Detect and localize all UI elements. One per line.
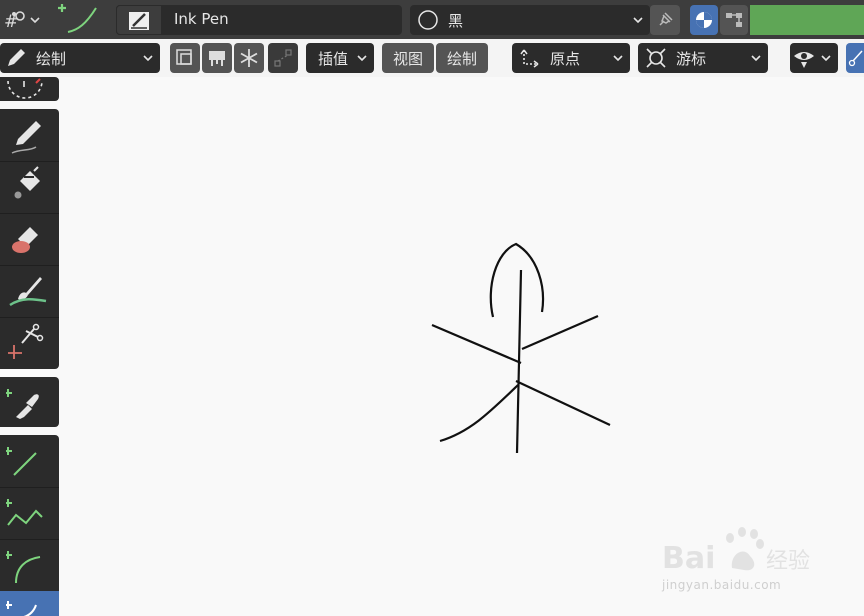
stroke-arc — [489, 242, 545, 318]
curve-icon — [6, 601, 37, 616]
pencil-icon — [8, 49, 25, 66]
mode-label: 绘制 — [36, 50, 67, 68]
arc-tool[interactable] — [0, 539, 59, 591]
cursor-target-icon — [646, 48, 666, 68]
ink-pen-icon — [129, 12, 149, 30]
chevron-down-icon — [751, 55, 761, 62]
stroke-lower-right — [515, 380, 611, 426]
eyedropper-icon — [6, 389, 39, 419]
overlay-curve-icon — [848, 50, 863, 67]
draw-curve-icon — [58, 4, 97, 33]
polyline-icon — [6, 499, 43, 526]
svg-text:Bai: Bai — [662, 541, 715, 576]
pencil-icon — [11, 121, 41, 154]
view-label: 视图 — [392, 49, 423, 68]
color-swatch[interactable] — [750, 5, 864, 35]
erase-tool[interactable] — [0, 213, 59, 265]
multiframe-icon — [176, 49, 192, 65]
draw-menu-button[interactable]: 绘制 — [436, 43, 488, 73]
curve-tool[interactable] — [0, 591, 59, 616]
visibility-dropdown[interactable] — [790, 43, 838, 73]
chevron-down-icon — [821, 55, 831, 62]
material-sphere-icon — [418, 10, 438, 30]
tool-shelf — [0, 77, 60, 616]
tool-settings-bar: 绘制 插值 视图 绘制 原点 游标 — [0, 39, 864, 77]
eraser-icon — [12, 227, 38, 253]
view-menu-button[interactable]: 视图 — [382, 43, 434, 73]
cutter-tool[interactable] — [0, 317, 59, 369]
curve-points-icon — [274, 49, 292, 67]
interpolate-label: 插值 — [318, 50, 349, 68]
brush-selector[interactable]: Ink Pen — [116, 5, 402, 35]
stroke-upper-left — [431, 323, 522, 365]
watermark-site: jingyan.baidu.com — [662, 578, 782, 592]
draw-tool[interactable] — [0, 109, 59, 161]
scissors-icon — [8, 323, 44, 359]
select-tool-group — [0, 77, 59, 101]
onion-skin-icon — [209, 51, 225, 66]
draw-tools-group — [0, 109, 59, 369]
node-tree-button[interactable] — [720, 5, 748, 35]
chevron-down-icon — [613, 55, 623, 62]
tint-tool[interactable] — [0, 265, 59, 317]
select-circle-icon[interactable] — [0, 77, 59, 101]
material-name: 黑 — [448, 12, 464, 30]
shading-icon — [696, 12, 712, 28]
brush-name: Ink Pen — [174, 10, 229, 28]
snap-button[interactable] — [234, 43, 264, 73]
axis-origin-icon — [520, 49, 539, 68]
material-selector[interactable]: 黑 — [410, 5, 650, 35]
polyline-tool[interactable] — [0, 487, 59, 539]
bucket-icon — [14, 166, 40, 199]
curve-edit-button[interactable] — [268, 43, 298, 73]
line-tool[interactable] — [0, 435, 59, 487]
pin-icon — [659, 12, 673, 26]
overlay-toggle-button[interactable] — [846, 43, 864, 73]
origin-dropdown[interactable]: 原点 — [512, 43, 630, 73]
stroke-lower-left — [439, 384, 519, 443]
eyedropper-tool-group — [0, 377, 59, 427]
snowflake-icon — [240, 49, 258, 67]
viewport-shading-button[interactable] — [690, 5, 718, 35]
onion-skin-button[interactable] — [202, 43, 232, 73]
fill-tool[interactable] — [0, 161, 59, 213]
pin-button[interactable] — [650, 5, 680, 35]
object-type-dropdown[interactable]: # — [2, 6, 42, 34]
eyedropper-tool[interactable] — [0, 377, 59, 427]
interpolate-dropdown[interactable]: 插值 — [306, 43, 374, 73]
chevron-down-icon — [633, 17, 643, 24]
chevron-down-icon — [357, 55, 367, 62]
mode-dropdown[interactable]: 绘制 — [0, 43, 160, 73]
line-icon — [6, 447, 37, 476]
stroke-upper-right — [521, 314, 599, 351]
brush-icon — [9, 277, 47, 307]
origin-label: 原点 — [550, 50, 581, 68]
chevron-down-icon — [143, 55, 153, 62]
top-header-bar: # Ink Pen 黑 — [0, 0, 864, 39]
node-tree-icon — [726, 13, 742, 27]
cursor-dropdown[interactable]: 游标 — [638, 43, 768, 73]
watermark-brand-cn: 经验 — [766, 549, 810, 574]
cursor-label: 游标 — [676, 50, 707, 68]
arc-icon — [6, 551, 41, 584]
active-tool-icon[interactable] — [56, 0, 102, 38]
primitive-tools-group — [0, 435, 59, 616]
brush-preview[interactable] — [116, 5, 162, 35]
eye-icon — [794, 52, 814, 68]
draw-label: 绘制 — [446, 49, 477, 68]
grease-pencil-object-icon: # — [4, 11, 40, 32]
multiframe-button[interactable] — [170, 43, 200, 73]
